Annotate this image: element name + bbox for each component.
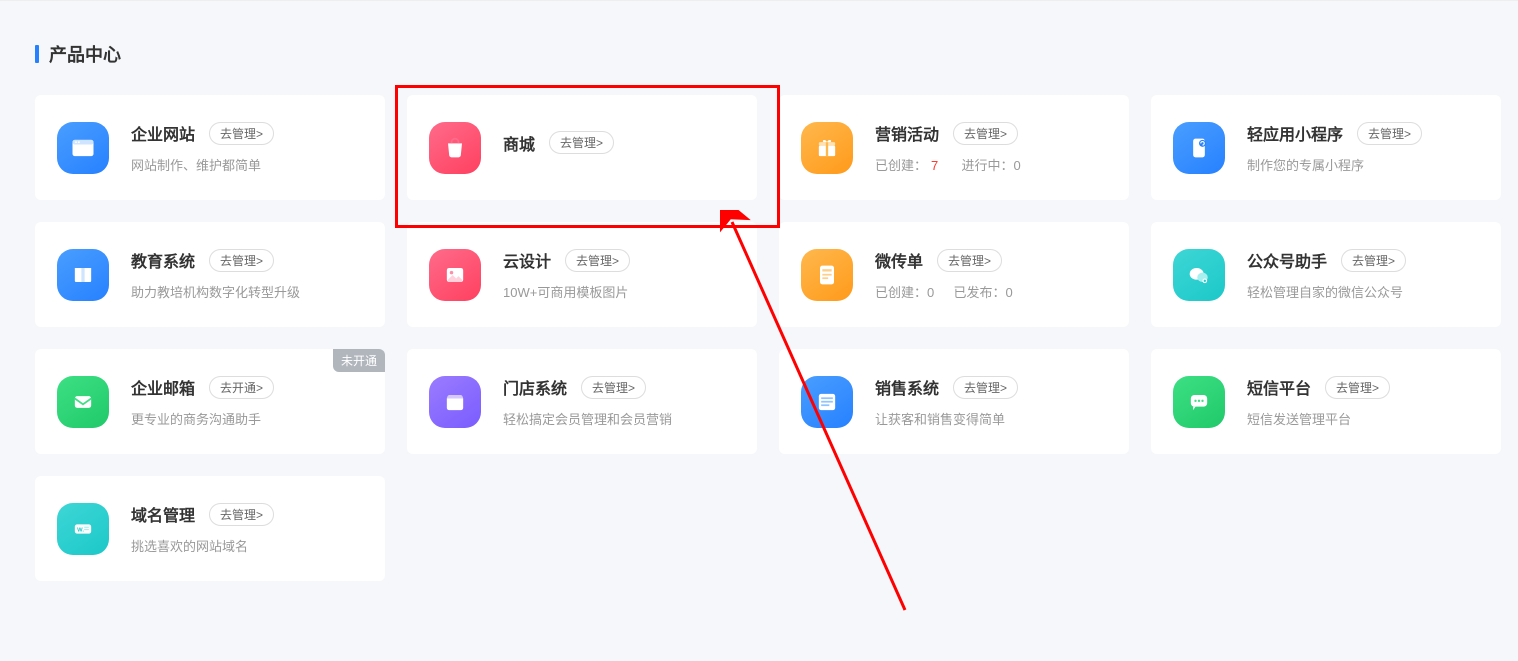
manage-button[interactable]: 去管理> bbox=[937, 249, 1002, 272]
card-miniapp[interactable]: 轻应用小程序 去管理> 制作您的专属小程序 bbox=[1151, 95, 1501, 200]
status-badge: 未开通 bbox=[333, 349, 385, 372]
svg-text:W.: W. bbox=[77, 527, 84, 533]
card-stats: 已创建：0 已发布：0 bbox=[875, 282, 1109, 301]
card-education[interactable]: 教育系统 去管理> 助力教培机构数字化转型升级 bbox=[35, 222, 385, 327]
list-icon bbox=[801, 376, 853, 428]
card-desc: 轻松搞定会员管理和会员营销 bbox=[503, 409, 737, 428]
manage-button[interactable]: 去管理> bbox=[549, 131, 614, 154]
card-desc: 轻松管理自家的微信公众号 bbox=[1247, 282, 1481, 301]
chat-icon bbox=[1173, 376, 1225, 428]
card-sales[interactable]: 销售系统 去管理> 让获客和销售变得简单 bbox=[779, 349, 1129, 454]
card-title: 轻应用小程序 bbox=[1247, 121, 1343, 145]
website-icon bbox=[57, 122, 109, 174]
card-store[interactable]: 门店系统 去管理> 轻松搞定会员管理和会员营销 bbox=[407, 349, 757, 454]
card-desc: 助力教培机构数字化转型升级 bbox=[131, 282, 365, 301]
card-sms[interactable]: 短信平台 去管理> 短信发送管理平台 bbox=[1151, 349, 1501, 454]
card-title: 销售系统 bbox=[875, 375, 939, 399]
card-domain[interactable]: W. 域名管理 去管理> 挑选喜欢的网站域名 bbox=[35, 476, 385, 581]
manage-button[interactable]: 去管理> bbox=[1357, 122, 1422, 145]
store-icon bbox=[429, 376, 481, 428]
manage-button[interactable]: 去管理> bbox=[209, 503, 274, 526]
domain-icon: W. bbox=[57, 503, 109, 555]
card-design[interactable]: 云设计 去管理> 10W+可商用模板图片 bbox=[407, 222, 757, 327]
card-title: 商城 bbox=[503, 131, 535, 155]
section-title-text: 产品中心 bbox=[49, 41, 121, 67]
card-title: 域名管理 bbox=[131, 502, 195, 526]
card-desc: 短信发送管理平台 bbox=[1247, 409, 1481, 428]
manage-button[interactable]: 去管理> bbox=[1341, 249, 1406, 272]
card-website[interactable]: 企业网站 去管理> 网站制作、维护都简单 bbox=[35, 95, 385, 200]
card-marketing[interactable]: 营销活动 去管理> 已创建：7 进行中：0 bbox=[779, 95, 1129, 200]
mall-icon bbox=[429, 122, 481, 174]
manage-button[interactable]: 去管理> bbox=[1325, 376, 1390, 399]
manage-button[interactable]: 去管理> bbox=[209, 249, 274, 272]
card-stats: 已创建：7 进行中：0 bbox=[875, 155, 1109, 174]
mail-icon bbox=[57, 376, 109, 428]
gift-icon bbox=[801, 122, 853, 174]
card-desc: 制作您的专属小程序 bbox=[1247, 155, 1481, 174]
manage-button[interactable]: 去管理> bbox=[209, 122, 274, 145]
card-title: 微传单 bbox=[875, 248, 923, 272]
card-flyer[interactable]: 微传单 去管理> 已创建：0 已发布：0 bbox=[779, 222, 1129, 327]
accent-bar bbox=[35, 45, 39, 63]
miniapp-icon bbox=[1173, 122, 1225, 174]
card-desc: 10W+可商用模板图片 bbox=[503, 282, 737, 301]
card-wechat-helper[interactable]: 公众号助手 去管理> 轻松管理自家的微信公众号 bbox=[1151, 222, 1501, 327]
flyer-icon bbox=[801, 249, 853, 301]
card-title: 门店系统 bbox=[503, 375, 567, 399]
card-desc: 让获客和销售变得简单 bbox=[875, 409, 1109, 428]
card-desc: 更专业的商务沟通助手 bbox=[131, 409, 365, 428]
card-title: 企业网站 bbox=[131, 121, 195, 145]
manage-button[interactable]: 去管理> bbox=[953, 122, 1018, 145]
image-icon bbox=[429, 249, 481, 301]
section-header: 产品中心 bbox=[35, 41, 1498, 67]
card-title: 营销活动 bbox=[875, 121, 939, 145]
card-title: 短信平台 bbox=[1247, 375, 1311, 399]
card-title: 公众号助手 bbox=[1247, 248, 1327, 272]
card-desc: 挑选喜欢的网站域名 bbox=[131, 536, 365, 555]
manage-button[interactable]: 去管理> bbox=[581, 376, 646, 399]
card-title: 企业邮箱 bbox=[131, 375, 195, 399]
product-grid: 企业网站 去管理> 网站制作、维护都简单 商城 去管理> bbox=[35, 95, 1498, 581]
manage-button[interactable]: 去管理> bbox=[953, 376, 1018, 399]
card-mall[interactable]: 商城 去管理> bbox=[407, 95, 757, 200]
card-desc: 网站制作、维护都简单 bbox=[131, 155, 365, 174]
card-title: 教育系统 bbox=[131, 248, 195, 272]
card-email[interactable]: 未开通 企业邮箱 去开通> 更专业的商务沟通助手 bbox=[35, 349, 385, 454]
manage-button[interactable]: 去管理> bbox=[565, 249, 630, 272]
wechat-icon bbox=[1173, 249, 1225, 301]
activate-button[interactable]: 去开通> bbox=[209, 376, 274, 399]
card-title: 云设计 bbox=[503, 248, 551, 272]
book-icon bbox=[57, 249, 109, 301]
